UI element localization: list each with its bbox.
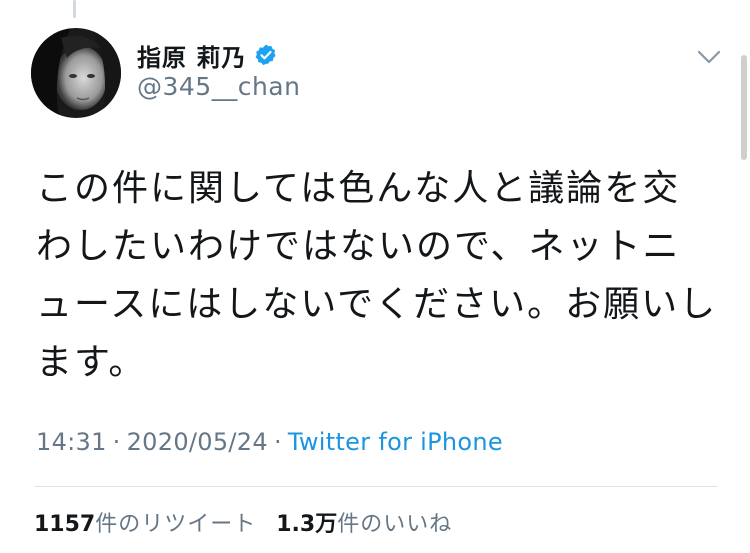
scrollbar[interactable] <box>741 55 747 160</box>
tweet-source-link[interactable]: Twitter for iPhone <box>288 428 503 456</box>
retweets-count: 1157 <box>34 512 96 537</box>
tweet-time[interactable]: 14:31 <box>36 428 107 456</box>
author-name-row: 指原 莉乃 <box>137 38 278 72</box>
author-handle[interactable]: @345__chan <box>137 72 300 101</box>
thread-connector-line <box>73 0 76 18</box>
divider <box>34 486 718 487</box>
avatar-photo <box>31 28 121 118</box>
meta-separator: · <box>112 428 121 456</box>
tweet-date[interactable]: 2020/05/24 <box>127 428 268 456</box>
tweet-options-button[interactable] <box>694 42 724 72</box>
chevron-down-icon <box>697 50 721 64</box>
author-display-name[interactable]: 指原 莉乃 <box>137 38 246 73</box>
tweet-text: この件に関しては色んな人と議論を交わしたいわけではないので、ネットニュースにはし… <box>36 168 718 383</box>
meta-separator: · <box>273 428 282 456</box>
retweets-label: 件のリツイート <box>95 512 257 537</box>
tweet-metadata: 14:31 · 2020/05/24 · Twitter for iPhone <box>36 428 503 456</box>
verified-badge-icon <box>254 43 278 67</box>
tweet-stats: 1157 件のリツイート 1.3万 件のいいね <box>34 506 452 538</box>
likes-stat[interactable]: 1.3万 件のいいね <box>276 506 452 538</box>
likes-label: 件のいいね <box>337 512 453 537</box>
avatar[interactable] <box>31 28 121 118</box>
retweets-stat[interactable]: 1157 件のリツイート <box>34 506 256 538</box>
likes-count: 1.3万 <box>276 512 338 537</box>
